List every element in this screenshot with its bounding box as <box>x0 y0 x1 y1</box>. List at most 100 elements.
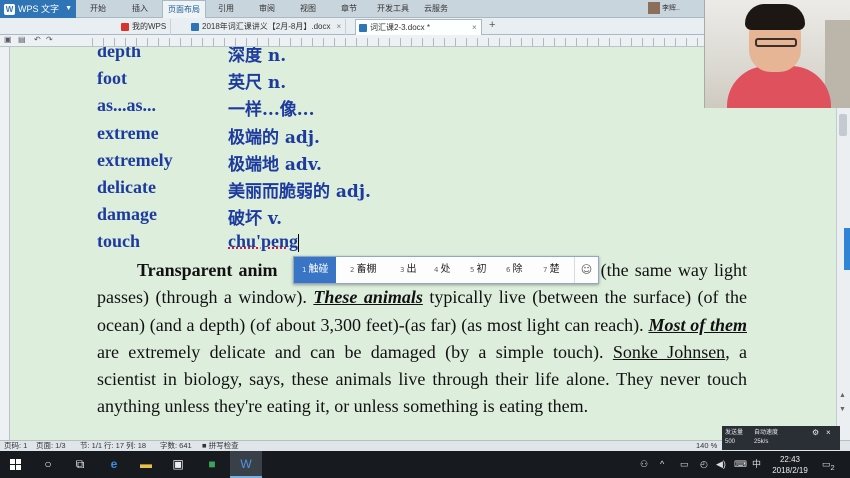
close-icon[interactable]: × <box>826 428 831 438</box>
app-name: WPS 文字 <box>18 4 60 14</box>
scrollbar-thumb[interactable] <box>839 114 847 136</box>
network-icon[interactable]: ◴ <box>700 451 708 478</box>
ime-candidate-window[interactable]: 1 触碰 2 畜棚 3出 4处 5初 6除 7楚 ☺ <box>293 256 599 284</box>
tab-document-2[interactable]: 词汇课2-3.docx * × <box>355 19 482 35</box>
tray-app-icon[interactable]: ▭ <box>680 451 689 478</box>
underlined-name: Sonke Johnsen <box>612 341 726 362</box>
vocab-chinese: 破坏 v. <box>228 209 283 229</box>
status-row-col: 行: 17 列: 18 <box>104 441 147 450</box>
vertical-ruler[interactable] <box>0 47 10 440</box>
edge-browser-icon: e <box>110 457 118 471</box>
network-speed-widget: 发送量 500 自动速度 25k/s ⚙ × <box>722 426 840 450</box>
windows-taskbar: ○ ⧉ e ▬ ▣ ■ W ⚇ ^ ▭ ◴ ◀) ⌨ 中 22:43 2018/… <box>0 451 850 478</box>
doc-icon <box>191 23 199 31</box>
search-circle-icon: ○ <box>44 457 52 471</box>
user-account[interactable]: 李辉.. <box>648 2 696 16</box>
menu-sections[interactable]: 章节 <box>341 0 357 18</box>
taskbar-store[interactable]: ▣ <box>162 451 194 478</box>
candidate-number: 7 <box>543 266 548 274</box>
ime-language-indicator[interactable]: 中 <box>752 451 761 478</box>
menu-view[interactable]: 视图 <box>300 0 316 18</box>
ime-candidate[interactable]: 2 畜棚 <box>350 257 376 283</box>
tab-my-wps[interactable]: 我的WPS <box>118 19 172 35</box>
presenter-hair <box>745 4 805 30</box>
undo-icon[interactable]: ↶ <box>34 35 41 44</box>
emoji-icon[interactable]: ☺ <box>574 257 598 283</box>
zoom-level[interactable]: 140 % <box>696 441 717 451</box>
ime-candidate[interactable]: 1 触碰 <box>294 257 337 283</box>
redo-icon[interactable]: ↷ <box>46 35 53 44</box>
doc-icon <box>359 24 367 32</box>
cortana-button[interactable]: ○ <box>32 451 64 478</box>
close-icon[interactable]: × <box>336 22 341 31</box>
app-menu-button[interactable]: W WPS 文字 ▼ <box>0 0 76 18</box>
notification-count: 2 <box>830 462 835 472</box>
status-word-count[interactable]: 字数: 641 <box>160 441 192 451</box>
menu-page-layout[interactable]: 页面布局 <box>162 0 206 19</box>
vocab-chinese: 深度 n. <box>228 47 287 66</box>
vocab-chinese: 美丽而脆弱的 adj. <box>228 182 371 202</box>
keyboard-icon[interactable]: ⌨ <box>734 451 747 478</box>
candidate-number: 3 <box>400 266 405 274</box>
scroll-down-icon[interactable]: ▼ <box>839 406 846 413</box>
candidate-number: 5 <box>470 266 475 274</box>
status-spell-check[interactable]: ■ 拼写检查 <box>202 441 239 451</box>
presenter-shirt <box>727 66 831 108</box>
wps-logo-icon: W <box>4 4 15 16</box>
vocab-english: damage <box>97 204 157 224</box>
webcam-overlay <box>704 0 850 108</box>
vocab-english: touch <box>97 231 141 251</box>
start-button[interactable] <box>0 451 32 478</box>
candidate-text: 楚 <box>549 264 560 275</box>
volume-icon[interactable]: ◀) <box>716 451 726 478</box>
upload-value: 500 <box>725 439 736 445</box>
menu-review[interactable]: 审阅 <box>259 0 275 18</box>
store-icon: ▣ <box>172 457 184 471</box>
vocab-english: extremely <box>97 150 173 170</box>
menu-cloud[interactable]: 云服务 <box>424 0 448 18</box>
ime-candidate[interactable]: 4处 <box>434 257 450 283</box>
ime-candidate[interactable]: 3出 <box>400 257 416 283</box>
candidate-text: 畜棚 <box>356 264 377 275</box>
tab-label: 词汇课2-3.docx * <box>370 23 431 32</box>
avatar <box>648 2 660 15</box>
print-icon[interactable]: ▤ <box>18 35 26 44</box>
new-tab-icon[interactable]: + <box>489 19 495 31</box>
taskbar-wps-writer[interactable]: W <box>230 451 262 478</box>
taskbar-explorer[interactable]: ▬ <box>130 451 162 478</box>
ime-composition-text[interactable]: chu'peng <box>228 231 300 252</box>
paragraph-lead: Transparent anim <box>137 260 278 280</box>
taskbar-wps-sheets[interactable]: ■ <box>196 451 228 478</box>
vertical-scrollbar[interactable]: ▲ ▼ <box>836 108 850 440</box>
save-icon[interactable]: ▣ <box>4 35 12 44</box>
taskbar-edge[interactable]: e <box>98 451 130 478</box>
status-section: 节: 1/1 <box>80 441 103 450</box>
vocab-chinese: 英尺 n. <box>228 73 287 93</box>
scroll-up-icon[interactable]: ▲ <box>839 392 846 399</box>
ime-candidate[interactable]: 7楚 <box>543 257 559 283</box>
task-view-icon: ⧉ <box>75 457 85 471</box>
settings-icon[interactable]: ⚙ <box>812 428 819 438</box>
vocab-english: delicate <box>97 177 156 197</box>
vocab-english: extreme <box>97 123 159 143</box>
menu-insert[interactable]: 插入 <box>132 0 148 18</box>
show-hidden-icons[interactable]: ^ <box>660 451 664 478</box>
status-pages: 页面: 1/3 <box>36 441 66 450</box>
task-view-button[interactable]: ⧉ <box>64 451 96 478</box>
tab-document-1[interactable]: 2018年词汇课讲义【2月-8月】.docx × <box>188 19 347 35</box>
spell-check-label: 拼写检查 <box>208 441 239 450</box>
tab-label: 2018年词汇课讲义【2月-8月】.docx <box>202 22 331 31</box>
candidate-text: 初 <box>476 264 487 275</box>
close-icon[interactable]: × <box>472 23 477 32</box>
menu-references[interactable]: 引用 <box>218 0 234 18</box>
ime-candidate[interactable]: 5初 <box>470 257 486 283</box>
emphasis-text: Most of them <box>648 314 747 335</box>
system-clock[interactable]: 22:43 2018/2/19 <box>768 454 812 476</box>
spreadsheet-icon: ■ <box>208 457 216 471</box>
people-icon[interactable]: ⚇ <box>640 451 648 478</box>
menu-developer[interactable]: 开发工具 <box>377 0 409 18</box>
notification-center-icon[interactable]: ▭2 <box>822 451 835 478</box>
ime-candidate[interactable]: 6除 <box>506 257 522 283</box>
menu-home[interactable]: 开始 <box>90 0 106 18</box>
side-panel-handle[interactable] <box>844 228 850 270</box>
